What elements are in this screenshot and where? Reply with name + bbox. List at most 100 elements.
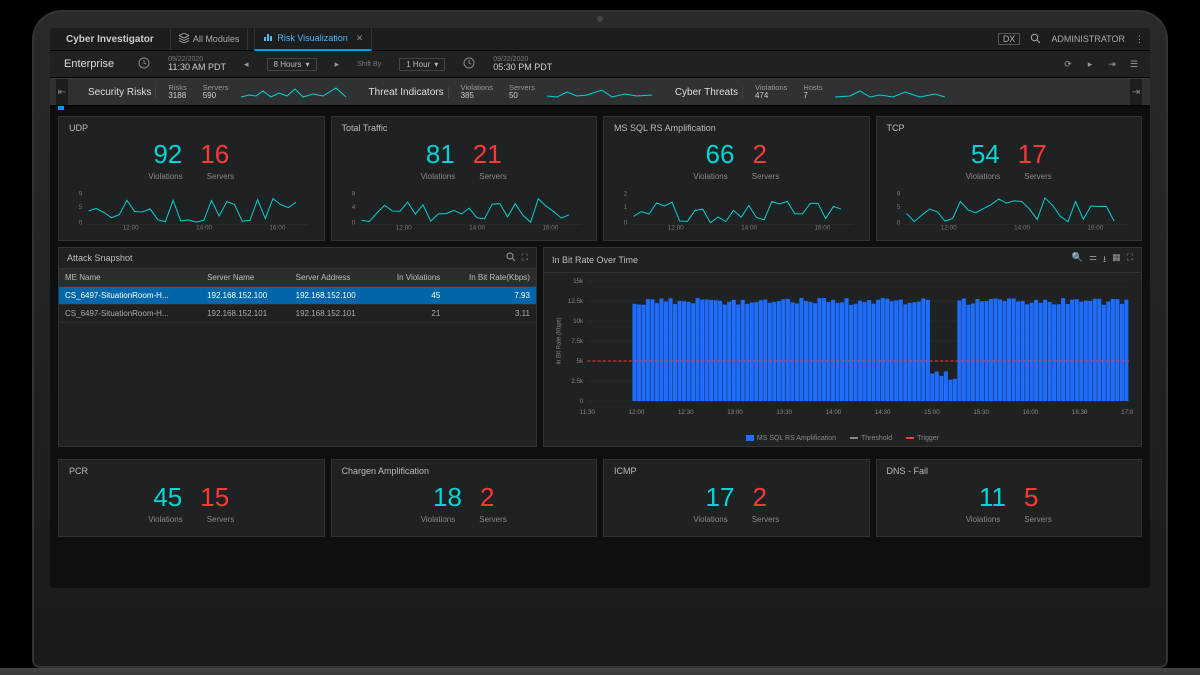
svg-text:12:00: 12:00	[629, 409, 645, 416]
svg-text:16:00: 16:00	[542, 225, 558, 232]
svg-text:14:00: 14:00	[469, 225, 485, 232]
metric-card[interactable]: PCR 45 15 ViolationsServers	[58, 459, 325, 537]
expand-icon[interactable]: ⛶	[522, 252, 528, 264]
svg-text:11:30: 11:30	[580, 409, 596, 416]
grid-icon[interactable]: ▦	[1112, 252, 1121, 268]
svg-text:14:00: 14:00	[826, 409, 842, 416]
metric-card[interactable]: ICMP 17 2 ViolationsServers	[603, 459, 870, 537]
servers-count: 5	[1024, 482, 1038, 513]
servers-count: 15	[200, 482, 229, 513]
collapse-icon[interactable]: ⇤	[56, 79, 68, 105]
user-label[interactable]: ADMINISTRATOR	[1051, 34, 1125, 44]
middle-row: Attack Snapshot ⛶ ME Name Server Name Se…	[50, 247, 1150, 453]
refresh-icon[interactable]: ⟳	[1060, 56, 1076, 72]
tab-label: Risk Visualization	[277, 33, 347, 43]
expand-icon[interactable]: ⇥	[1130, 79, 1142, 105]
prev-icon[interactable]: ◂	[244, 59, 249, 70]
table-row[interactable]: CS_6497-SituationRoom-H...192.168.152.10…	[59, 305, 536, 323]
expand-icon[interactable]: ⛶	[1127, 252, 1133, 268]
next-icon[interactable]: ▸	[335, 59, 340, 70]
servers-count: 21	[473, 139, 502, 170]
metric-card[interactable]: DNS - Fail 11 5 ViolationsServers	[876, 459, 1143, 537]
svg-text:5: 5	[896, 204, 900, 211]
group-threat-indicators[interactable]: Threat Indicators Violations385 Servers5…	[365, 83, 657, 101]
metric-card[interactable]: MS SQL RS Amplification 66 2 ViolationsS…	[603, 116, 870, 241]
panel-title: In Bit Rate Over Time	[552, 255, 638, 265]
card-numbers: 11 5	[887, 482, 1132, 513]
camera-dot	[597, 16, 603, 22]
svg-text:5k: 5k	[577, 358, 585, 365]
metric-card[interactable]: TCP 54 17 ViolationsServers 950 12:0014:…	[876, 116, 1143, 241]
group-security-risks[interactable]: Security Risks Risks3188 Servers590	[84, 83, 351, 101]
servers-count: 16	[200, 139, 229, 170]
filter-icon[interactable]: ⚌	[1089, 252, 1097, 268]
violations-count: 17	[706, 482, 735, 513]
panel-attack-snapshot: Attack Snapshot ⛶ ME Name Server Name Se…	[58, 247, 537, 447]
violations-count: 54	[971, 139, 1000, 170]
svg-text:14:30: 14:30	[875, 409, 891, 416]
svg-text:16:00: 16:00	[269, 225, 285, 232]
tab-label: All Modules	[193, 34, 240, 44]
svg-text:17:00: 17:00	[1121, 409, 1133, 416]
scope-label[interactable]: Enterprise	[58, 58, 120, 70]
panel-bitrate: In Bit Rate Over Time 🔍 ⚌ ⭳ ▦ ⛶ 02.5k5k7…	[543, 247, 1142, 447]
svg-text:1: 1	[624, 204, 628, 211]
card-title: MS SQL RS Amplification	[614, 123, 859, 133]
violations-count: 18	[433, 482, 462, 513]
app-topbar: Cyber Investigator All Modules Risk Visu…	[50, 28, 1150, 51]
range-select[interactable]: 8 Hours ▾	[267, 58, 317, 71]
metric-card[interactable]: Total Traffic 81 21 ViolationsServers 84…	[331, 116, 598, 241]
svg-text:9: 9	[896, 190, 900, 197]
download-icon[interactable]: ⭳	[1103, 252, 1106, 268]
svg-text:13:00: 13:00	[727, 409, 743, 416]
svg-text:16:00: 16:00	[1087, 225, 1103, 232]
svg-text:15k: 15k	[573, 278, 584, 285]
svg-text:12:00: 12:00	[940, 225, 956, 232]
svg-text:15:30: 15:30	[973, 409, 989, 416]
start-time[interactable]: 09/22/2020 11:30 AM PDT	[168, 56, 226, 72]
card-numbers: 66 2	[614, 139, 859, 170]
topbar-actions: DX ADMINISTRATOR ⋮	[998, 33, 1144, 46]
end-time[interactable]: 09/22/2020 05:30 PM PDT	[493, 56, 552, 72]
metric-strip: ⇤ Security Risks Risks3188 Servers590 Th…	[50, 78, 1150, 106]
card-title: DNS - Fail	[887, 466, 1132, 476]
view-actions: ⟳ ▸ ⇥ ☰	[1060, 56, 1142, 72]
card-numbers: 81 21	[342, 139, 587, 170]
violations-count: 92	[153, 139, 182, 170]
cards-row-bottom: PCR 45 15 ViolationsServers Chargen Ampl…	[50, 453, 1150, 537]
card-numbers: 54 17	[887, 139, 1132, 170]
sparkline	[835, 83, 945, 101]
table-row[interactable]: CS_6497-SituationRoom-H...192.168.152.10…	[59, 287, 536, 305]
clock-icon	[138, 57, 150, 71]
settings-icon[interactable]: ☰	[1126, 56, 1142, 72]
laptop-frame: Cyber Investigator All Modules Risk Visu…	[32, 10, 1168, 668]
export-icon[interactable]: ⇥	[1104, 56, 1120, 72]
tab-all-modules[interactable]: All Modules	[170, 28, 249, 50]
svg-text:12:00: 12:00	[668, 225, 684, 232]
search-icon[interactable]: 🔍	[1072, 252, 1083, 268]
laptop-base	[0, 668, 1200, 675]
tab-risk-visualization[interactable]: Risk Visualization ✕	[254, 28, 372, 51]
chart-icon	[263, 32, 273, 44]
metric-card[interactable]: Chargen Amplification 18 2 ViolationsSer…	[331, 459, 598, 537]
quick-label[interactable]: DX	[998, 33, 1021, 45]
card-title: TCP	[887, 123, 1132, 133]
card-title: ICMP	[614, 466, 859, 476]
close-icon[interactable]: ✕	[356, 33, 364, 44]
svg-text:4: 4	[351, 204, 355, 211]
svg-text:10k: 10k	[573, 318, 584, 325]
search-icon[interactable]	[1030, 33, 1041, 46]
sparkline	[547, 83, 657, 101]
play-icon[interactable]: ▸	[1082, 56, 1098, 72]
violations-count: 45	[153, 482, 182, 513]
kebab-icon[interactable]: ⋮	[1135, 34, 1144, 45]
sparkline	[241, 83, 351, 101]
search-icon[interactable]	[506, 252, 516, 264]
group-cyber-threats[interactable]: Cyber Threats Violations474 Hosts7	[671, 83, 945, 101]
svg-text:9: 9	[79, 190, 83, 197]
app-title: Cyber Investigator	[56, 34, 164, 45]
servers-count: 2	[752, 139, 766, 170]
shift-select[interactable]: 1 Hour ▾	[399, 58, 445, 71]
metric-card[interactable]: UDP 92 16 ViolationsServers 950 12:0014:…	[58, 116, 325, 241]
svg-text:8: 8	[351, 190, 355, 197]
